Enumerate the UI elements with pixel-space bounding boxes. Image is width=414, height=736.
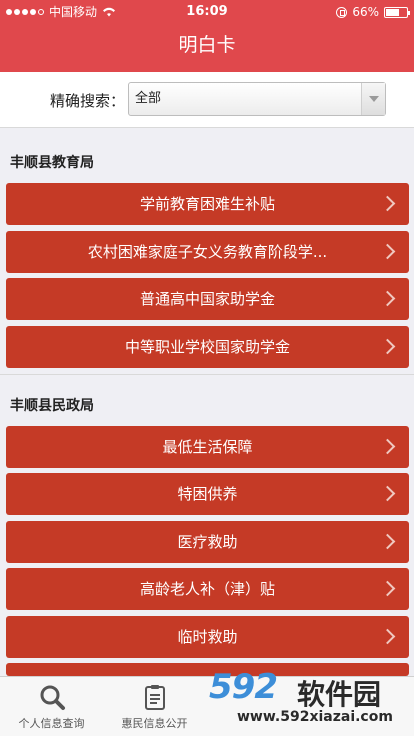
tab-bar: 个人信息查询 惠民信息公开 [0,676,414,736]
chevron-down-icon [361,83,385,115]
list-item-label: 临时救助 [177,628,238,646]
chevron-right-icon [379,438,396,455]
section-title-civil-affairs: 丰顺县民政局 [10,398,94,414]
battery-icon [384,6,410,18]
chevron-right-icon [379,533,396,550]
tab-public-info[interactable]: 惠民信息公开 [103,677,206,736]
list-item[interactable]: 医疗救助 [6,521,409,563]
clipboard-icon [144,685,165,710]
battery-percent: 66% [352,5,379,19]
list-item[interactable]: 学前教育困难生补贴 [6,183,409,225]
section-divider [0,374,414,375]
list-item-label: 农村困难家庭子女义务教育阶段学... [87,243,328,261]
list-item-label: 最低生活保障 [162,438,253,456]
top-bar: 中国移动 16:09 66% 明白卡 [0,0,414,72]
search-area: 精确搜索： 全部 [0,72,414,128]
list-item[interactable]: 临时救助 [6,616,409,658]
list-item-label: 特困供养 [177,485,238,503]
rotation-lock-icon [336,6,348,18]
chevron-right-icon [379,243,396,260]
tab-label: 惠民信息公开 [121,717,188,730]
search-icon [40,685,65,710]
list-item-partial[interactable] [6,663,409,676]
search-label: 精确搜索： [50,92,126,110]
list-item-label: 医疗救助 [177,533,238,551]
status-bar: 中国移动 16:09 66% [0,0,414,24]
list-item[interactable]: 高龄老人补（津）贴 [6,568,409,610]
list-item-label: 普通高中国家助学金 [139,290,275,308]
list-item[interactable]: 最低生活保障 [6,426,409,468]
chevron-right-icon [379,628,396,645]
chevron-right-icon [379,580,396,597]
list-item-label: 中等职业学校国家助学金 [124,338,290,356]
list-item[interactable]: 特困供养 [6,473,409,515]
chevron-right-icon [379,338,396,355]
search-select-value: 全部 [135,91,162,106]
chevron-right-icon [379,195,396,212]
list-item-label: 高龄老人补（津）贴 [139,580,275,598]
chevron-right-icon [379,290,396,307]
search-select[interactable]: 全部 [128,82,386,116]
list-item-label: 学前教育困难生补贴 [139,195,275,213]
list-item[interactable]: 中等职业学校国家助学金 [6,326,409,368]
tab-personal-info-query[interactable]: 个人信息查询 [0,677,103,736]
tab-label: 个人信息查询 [18,717,85,730]
page-title: 明白卡 [178,34,236,56]
section-title-education: 丰顺县教育局 [10,155,94,171]
list-item[interactable]: 普通高中国家助学金 [6,278,409,320]
chevron-right-icon [379,485,396,502]
list-item[interactable]: 农村困难家庭子女义务教育阶段学... [6,231,409,273]
